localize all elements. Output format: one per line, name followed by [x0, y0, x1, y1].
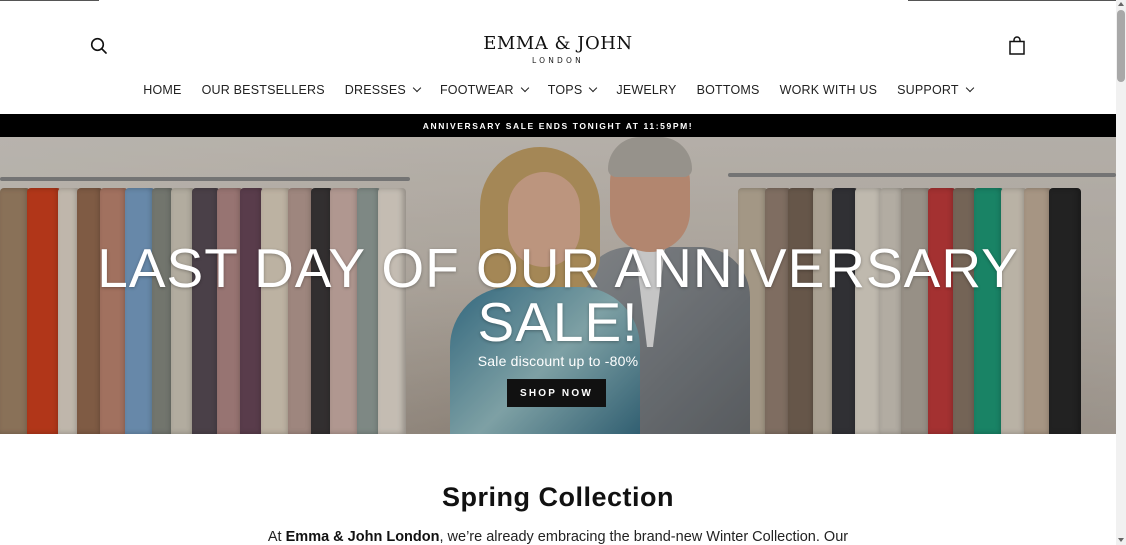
nav-item-bottoms[interactable]: BOTTOMS	[687, 81, 770, 99]
collection-intro: At Emma & John London, we’re already emb…	[0, 528, 1116, 545]
site-header: EMMA & JOHN LONDON HOME OUR BESTSELLERS DR…	[0, 0, 1116, 114]
main-nav: HOME OUR BESTSELLERS DRESSES FOOTWEAR TOPS JE…	[0, 81, 1116, 99]
shop-now-button[interactable]: SHOP NOW	[507, 379, 606, 407]
hero-banner: LAST DAY OF OUR ANNIVERSARY SALE! Sale d…	[0, 137, 1116, 434]
page-scrollbar[interactable]	[1116, 0, 1126, 545]
hero-subtitle: Sale discount up to -80%	[477, 353, 639, 369]
nav-item-label: HOME	[143, 83, 182, 97]
chevron-down-icon	[412, 83, 422, 93]
nav-item-home[interactable]: HOME	[133, 81, 191, 99]
collection-intro-prefix: At	[267, 529, 286, 545]
nav-item-label: DRESSES	[344, 83, 406, 97]
scroll-up-arrow-icon[interactable]	[1118, 2, 1124, 6]
nav-item-dresses[interactable]: DRESSES	[335, 81, 430, 99]
page: EMMA & JOHN LONDON HOME OUR BESTSELLERS DR…	[0, 0, 1116, 545]
announcement-bar: ANNIVERSARY SALE ENDS TONIGHT AT 11:59PM…	[0, 114, 1116, 137]
hero-title: LAST DAY OF OUR ANNIVERSARY SALE!	[0, 241, 1116, 350]
nav-item-label: TOPS	[547, 83, 583, 97]
logo-wordmark: EMMA & JOHN	[483, 33, 633, 54]
chevron-down-icon	[965, 83, 974, 93]
nav-item-footwear[interactable]: FOOTWEAR	[430, 81, 538, 99]
nav-item-label: JEWELRY	[616, 83, 677, 97]
announcement-text: ANNIVERSARY SALE ENDS TONIGHT AT 11:59PM…	[422, 120, 694, 131]
nav-item-label: WORK WITH US	[779, 83, 878, 97]
nav-item-our-bestsellers[interactable]: OUR BESTSELLERS	[192, 81, 335, 99]
brand-logo[interactable]: EMMA & JOHN LONDON	[458, 33, 658, 65]
nav-item-label: OUR BESTSELLERS	[201, 83, 325, 97]
shopping-bag-icon[interactable]	[1006, 35, 1028, 57]
scroll-down-arrow-icon[interactable]	[1118, 538, 1124, 542]
collection-intro-suffix: , we’re already embracing the brand-new …	[439, 529, 849, 545]
logo-subtitle: LONDON	[532, 56, 584, 65]
nav-item-label: BOTTOMS	[696, 83, 760, 97]
chevron-down-icon	[589, 83, 598, 93]
chevron-down-icon	[520, 83, 530, 93]
nav-item-jewelry[interactable]: JEWELRY	[606, 81, 686, 99]
search-icon[interactable]	[88, 35, 110, 57]
collection-title: Spring Collection	[441, 482, 674, 512]
nav-item-tops[interactable]: TOPS	[538, 81, 607, 99]
nav-item-support[interactable]: SUPPORT	[887, 81, 983, 99]
hero-title-line1: LAST DAY OF OUR ANNIVERSARY	[97, 237, 1019, 299]
nav-item-label: SUPPORT	[897, 83, 959, 97]
scrollbar-thumb[interactable]	[1117, 10, 1125, 82]
nav-item-work-with-us[interactable]: WORK WITH US	[770, 81, 888, 99]
nav-item-label: FOOTWEAR	[439, 83, 514, 97]
hero-title-line2: SALE!	[477, 291, 639, 353]
collection-brand-name: Emma & John London	[285, 529, 440, 545]
